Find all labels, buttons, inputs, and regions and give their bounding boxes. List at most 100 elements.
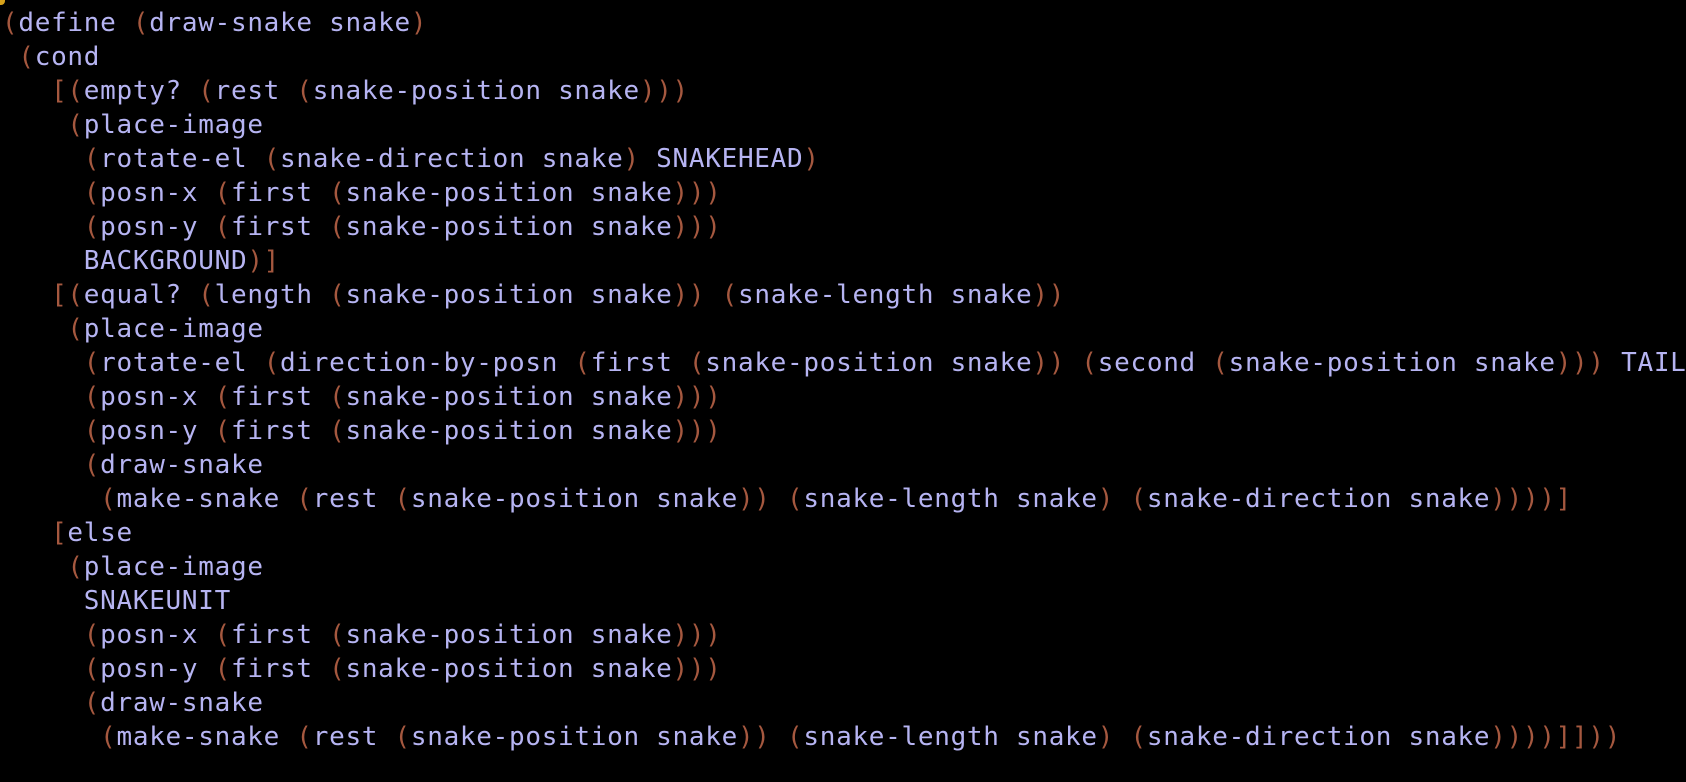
code-bracket: ( [1081, 348, 1098, 378]
code-bracket: ( [574, 348, 591, 378]
code-line[interactable]: (draw-snake [2, 686, 1686, 720]
code-editor[interactable]: (define (draw-snake snake) (cond [(empty… [0, 0, 1686, 782]
code-line[interactable]: [(equal? (length (snake-position snake))… [2, 278, 1686, 312]
code-token: rest [312, 722, 395, 752]
code-bracket: [ [51, 518, 68, 548]
code-bracket: ( [67, 110, 84, 140]
code-bracket: ( [1130, 722, 1147, 752]
code-line[interactable]: (posn-y (first (snake-position snake))) [2, 652, 1686, 686]
code-token: rotate-el [100, 144, 264, 174]
code-bracket: ) [803, 144, 820, 174]
code-bracket: ( [263, 144, 281, 174]
code-line[interactable]: (posn-x (first (snake-position snake))) [2, 618, 1686, 652]
code-bracket: ( [1212, 348, 1229, 378]
code-line[interactable]: [else [2, 516, 1686, 550]
code-token: snake-position snake [345, 382, 673, 412]
code-token: TAIL [1604, 348, 1686, 378]
code-bracket: ) [410, 8, 428, 38]
code-line[interactable]: (make-snake (rest (snake-position snake)… [2, 720, 1686, 754]
code-bracket: ))) [639, 76, 689, 106]
code-bracket: ( [214, 654, 231, 684]
code-bracket: ))) [672, 416, 722, 446]
code-bracket: ) [1097, 484, 1115, 514]
code-line[interactable]: (place-image [2, 312, 1686, 346]
code-bracket: ( [214, 382, 231, 412]
code-token: posn-x [100, 382, 215, 412]
code-token: make-snake [116, 484, 297, 514]
code-token: BACKGROUND [83, 246, 248, 276]
code-bracket: ( [100, 484, 117, 514]
code-bracket: ( [83, 382, 101, 412]
code-token: snake-direction snake [1146, 484, 1491, 514]
code-bracket: ( [83, 348, 101, 378]
code-token: SNAKEUNIT [83, 586, 231, 616]
code-line[interactable]: (place-image [2, 550, 1686, 584]
code-bracket: ))))]])) [1490, 722, 1622, 752]
code-bracket: ( [67, 314, 84, 344]
code-bracket: ( [83, 144, 101, 174]
code-token: rest [214, 76, 297, 106]
code-token: else [67, 518, 133, 548]
code-token: SNAKEHEAD [639, 144, 804, 174]
code-token: snake-position snake [410, 722, 738, 752]
code-token: first [230, 382, 330, 412]
code-line[interactable]: BACKGROUND)] [2, 244, 1686, 278]
code-line[interactable]: (cond [2, 40, 1686, 74]
code-bracket: ( [83, 212, 101, 242]
code-bracket: ( [214, 620, 231, 650]
code-bracket: ( [329, 620, 346, 650]
code-token: second [1097, 348, 1213, 378]
code-token: equal? [83, 280, 199, 310]
code-bracket: ( [214, 212, 231, 242]
code-line[interactable]: [(empty? (rest (snake-position snake))) [2, 74, 1686, 108]
code-bracket: ))))] [1490, 484, 1573, 514]
code-token: first [230, 620, 330, 650]
code-line[interactable]: SNAKEUNIT [2, 584, 1686, 618]
code-bracket: ( [787, 484, 804, 514]
code-line[interactable]: (make-snake (rest (snake-position snake)… [2, 482, 1686, 516]
code-bracket: )) [672, 280, 706, 310]
code-bracket: ( [329, 212, 346, 242]
code-bracket: ) [1097, 722, 1115, 752]
code-line[interactable]: (draw-snake [2, 448, 1686, 482]
code-token: posn-x [100, 178, 215, 208]
cursor-marker [0, 0, 5, 5]
code-line[interactable]: (posn-x (first (snake-position snake))) [2, 176, 1686, 210]
code-token: cond [34, 42, 101, 72]
code-line[interactable]: (rotate-el (snake-direction snake) SNAKE… [2, 142, 1686, 176]
code-bracket: ( [263, 348, 281, 378]
code-token: snake-position snake [705, 348, 1033, 378]
code-bracket: ( [67, 552, 84, 582]
code-line[interactable]: (posn-y (first (snake-position snake))) [2, 210, 1686, 244]
code-token: draw-snake [100, 688, 264, 718]
code-line[interactable]: (posn-y (first (snake-position snake))) [2, 414, 1686, 448]
code-bracket: ( [329, 382, 346, 412]
code-bracket: ))) [672, 178, 722, 208]
code-bracket: ( [83, 654, 101, 684]
code-bracket: )] [247, 246, 281, 276]
code-token: first [230, 178, 330, 208]
code-bracket: ( [394, 484, 411, 514]
code-line[interactable]: (place-image [2, 108, 1686, 142]
code-token: first [230, 654, 330, 684]
code-bracket: ( [100, 722, 117, 752]
code-line[interactable]: (posn-x (first (snake-position snake))) [2, 380, 1686, 414]
code-token: snake-length snake [803, 722, 1098, 752]
code-bracket: ( [394, 722, 411, 752]
code-bracket: ))) [672, 212, 722, 242]
code-bracket: )) [737, 484, 771, 514]
code-text[interactable]: (define (draw-snake snake) (cond [(empty… [2, 6, 1686, 754]
code-line[interactable]: (rotate-el (direction-by-posn (first (sn… [2, 346, 1686, 380]
code-line[interactable]: (define (draw-snake snake) [2, 6, 1686, 40]
